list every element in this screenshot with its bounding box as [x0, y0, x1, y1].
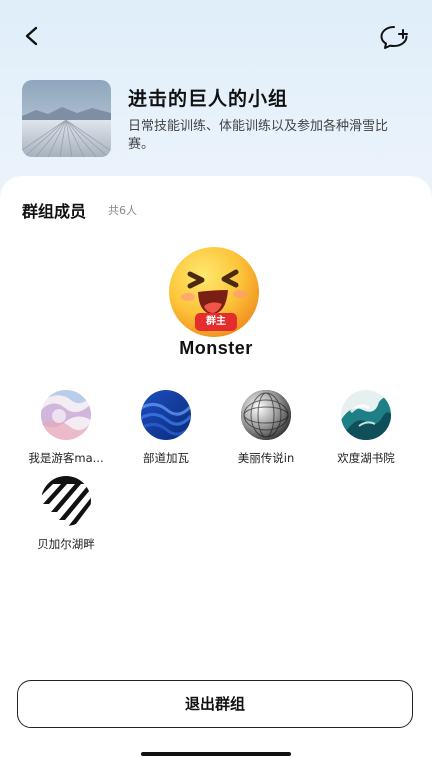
- top-bar: [0, 0, 432, 70]
- chat-add-icon: [380, 26, 408, 49]
- group-detail-page: 进击的巨人的小组 日常技能训练、体能训练以及参加各种滑雪比赛。 群组成员 共6人: [0, 0, 432, 768]
- group-description: 日常技能训练、体能训练以及参加各种滑雪比赛。: [128, 119, 389, 152]
- member-avatar: [141, 390, 191, 440]
- back-button[interactable]: [16, 20, 48, 52]
- member-name: 部道加瓦: [143, 451, 189, 465]
- member-item[interactable]: 贝加尔湖畔: [12, 476, 120, 556]
- member-name: 我是游客ma...: [28, 451, 104, 465]
- member-item[interactable]: 欢度湖书院: [312, 390, 420, 470]
- owner-name: Monster: [179, 338, 253, 358]
- members-heading: 群组成员: [22, 202, 87, 221]
- member-avatar: [41, 476, 91, 526]
- group-chat-button[interactable]: [378, 22, 410, 54]
- chevron-left-icon: [25, 26, 38, 46]
- member-item[interactable]: 美丽传说in: [212, 390, 320, 470]
- owner-badge: 群主: [195, 313, 237, 331]
- member-name: 美丽传说in: [237, 451, 295, 465]
- member-item[interactable]: 我是游客ma...: [12, 390, 120, 470]
- exit-group-button[interactable]: 退出群组: [17, 680, 413, 728]
- group-cover-image[interactable]: [22, 80, 111, 157]
- member-name: 欢度湖书院: [337, 451, 395, 465]
- member-name: 贝加尔湖畔: [37, 537, 95, 551]
- group-info: 进击的巨人的小组 日常技能训练、体能训练以及参加各种滑雪比赛。: [22, 80, 414, 160]
- member-avatar: [41, 390, 91, 440]
- member-avatar: [341, 390, 391, 440]
- group-title: 进击的巨人的小组: [128, 88, 289, 110]
- members-count: 共6人: [108, 204, 137, 217]
- member-item[interactable]: 部道加瓦: [112, 390, 220, 470]
- member-avatar: [241, 390, 291, 440]
- home-indicator: [141, 752, 291, 756]
- group-owner: 群主 Monster: [0, 238, 432, 368]
